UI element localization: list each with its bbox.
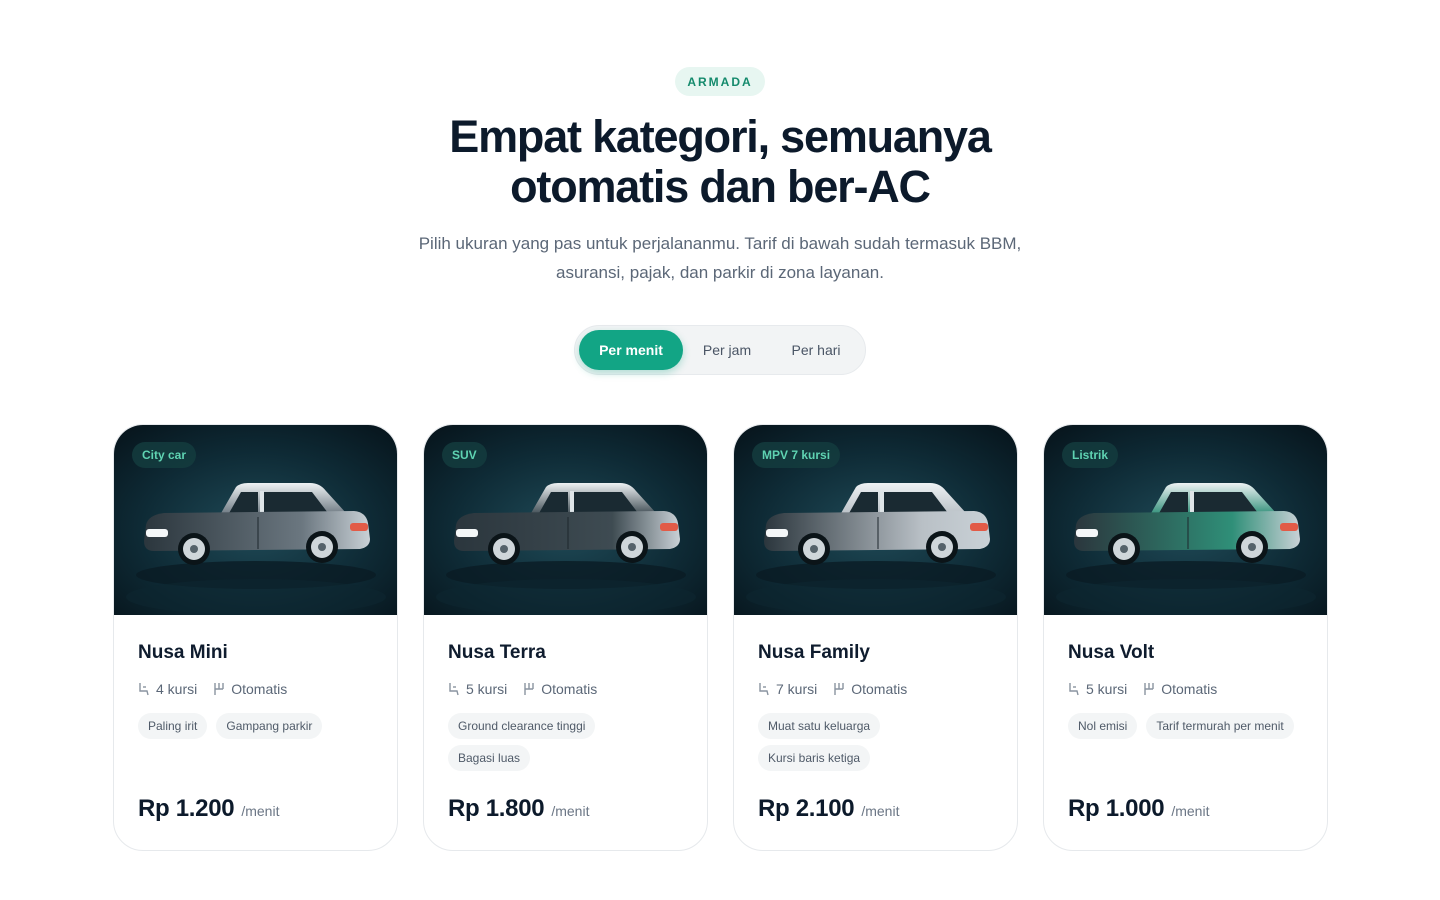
subtitle-line-1: Pilih ukuran yang pas untuk perjalananmu… <box>418 234 1022 253</box>
seat-icon <box>1069 683 1079 696</box>
category-badge: SUV <box>442 442 487 468</box>
vehicle-name: Nusa Family <box>758 642 870 663</box>
vehicle-name: Nusa Volt <box>1068 642 1155 663</box>
subtitle-line-2: asuransi, pajak, dan parkir di zona laya… <box>556 263 884 282</box>
feature-tag: Paling irit <box>138 713 208 739</box>
seat-count: 7 kursi <box>776 681 818 697</box>
seat-count: 5 kursi <box>1086 681 1128 697</box>
feature-tags: Paling irit Gampang parkir <box>138 713 378 745</box>
vehicle-specs: 5 kursi Otomatis <box>1068 681 1233 697</box>
transmission-icon <box>524 683 534 695</box>
transmission-icon <box>1144 683 1154 695</box>
transmission-type: Otomatis <box>851 681 908 697</box>
price-value: Rp 1.800 <box>448 795 545 822</box>
transmission-type: Otomatis <box>231 681 288 697</box>
transmission-icon <box>834 683 844 695</box>
price-value: Rp 2.100 <box>758 795 855 822</box>
feature-tag: Kursi baris ketiga <box>758 745 871 771</box>
feature-tag: Gampang parkir <box>216 713 323 739</box>
price: Rp 1.200 /menit <box>138 795 279 823</box>
title-line-2: otomatis dan ber-AC <box>510 161 931 212</box>
transmission-type: Otomatis <box>1161 681 1218 697</box>
toggle-per-minute[interactable]: Per menit <box>579 330 683 370</box>
seat-spec: 4 kursi <box>138 681 197 697</box>
seat-icon <box>449 683 459 696</box>
section-badge: ARMADA <box>675 67 765 96</box>
vehicle-name: Nusa Terra <box>448 642 546 663</box>
transmission-icon <box>214 683 224 695</box>
seat-count: 5 kursi <box>466 681 508 697</box>
vehicle-name: Nusa Mini <box>138 642 228 663</box>
section-subtitle: Pilih ukuran yang pas untuk perjalananmu… <box>380 229 1060 287</box>
price: Rp 1.800 /menit <box>448 795 589 823</box>
feature-tag: Tarif termurah per menit <box>1146 713 1294 739</box>
price-unit: /menit <box>1171 803 1210 819</box>
price-unit: /menit <box>861 803 900 819</box>
feature-tag: Nol emisi <box>1068 713 1138 739</box>
transmission-spec: Otomatis <box>213 681 287 697</box>
toggle-per-day[interactable]: Per hari <box>771 330 861 370</box>
transmission-spec: Otomatis <box>1143 681 1217 697</box>
vehicle-card[interactable]: Listrik Nusa Volt 5 kursi Otomatis Nol e… <box>1043 424 1328 851</box>
transmission-spec: Otomatis <box>833 681 907 697</box>
feature-tags: Muat satu keluarga Kursi baris ketiga <box>758 713 998 777</box>
price-unit: /menit <box>551 803 590 819</box>
seat-spec: 5 kursi <box>1068 681 1127 697</box>
transmission-spec: Otomatis <box>523 681 597 697</box>
vehicle-card[interactable]: SUV Nusa Terra 5 kursi Otomatis Ground c… <box>423 424 708 851</box>
pricing-period-toggle: Per menit Per jam Per hari <box>574 325 866 375</box>
seat-count: 4 kursi <box>156 681 198 697</box>
vehicle-specs: 7 kursi Otomatis <box>758 681 923 697</box>
vehicle-card[interactable]: MPV 7 kursi Nusa Family 7 kursi Otomatis… <box>733 424 1018 851</box>
title-line-1: Empat kategori, semuanya <box>449 111 992 162</box>
vehicle-card[interactable]: City car Nusa Mini 4 kursi Otomatis Pali… <box>113 424 398 851</box>
price-unit: /menit <box>241 803 280 819</box>
seat-spec: 5 kursi <box>448 681 507 697</box>
seat-icon <box>759 683 769 696</box>
seat-spec: 7 kursi <box>758 681 817 697</box>
section-title: Empat kategori, semuanya otomatis dan be… <box>370 112 1070 212</box>
feature-tag: Bagasi luas <box>448 745 531 771</box>
feature-tags: Nol emisi Tarif termurah per menit <box>1068 713 1308 745</box>
price: Rp 2.100 /menit <box>758 795 899 823</box>
seat-icon <box>139 683 149 696</box>
vehicle-specs: 5 kursi Otomatis <box>448 681 613 697</box>
feature-tag: Ground clearance tinggi <box>448 713 596 739</box>
category-badge: Listrik <box>1062 442 1119 468</box>
category-badge: MPV 7 kursi <box>752 442 841 468</box>
feature-tags: Ground clearance tinggi Bagasi luas <box>448 713 688 777</box>
category-badge: City car <box>132 442 197 468</box>
transmission-type: Otomatis <box>541 681 598 697</box>
toggle-per-hour[interactable]: Per jam <box>683 330 771 370</box>
vehicle-specs: 4 kursi Otomatis <box>138 681 303 697</box>
price: Rp 1.000 /menit <box>1068 795 1209 823</box>
price-value: Rp 1.200 <box>138 795 235 822</box>
feature-tag: Muat satu keluarga <box>758 713 881 739</box>
price-value: Rp 1.000 <box>1068 795 1165 822</box>
